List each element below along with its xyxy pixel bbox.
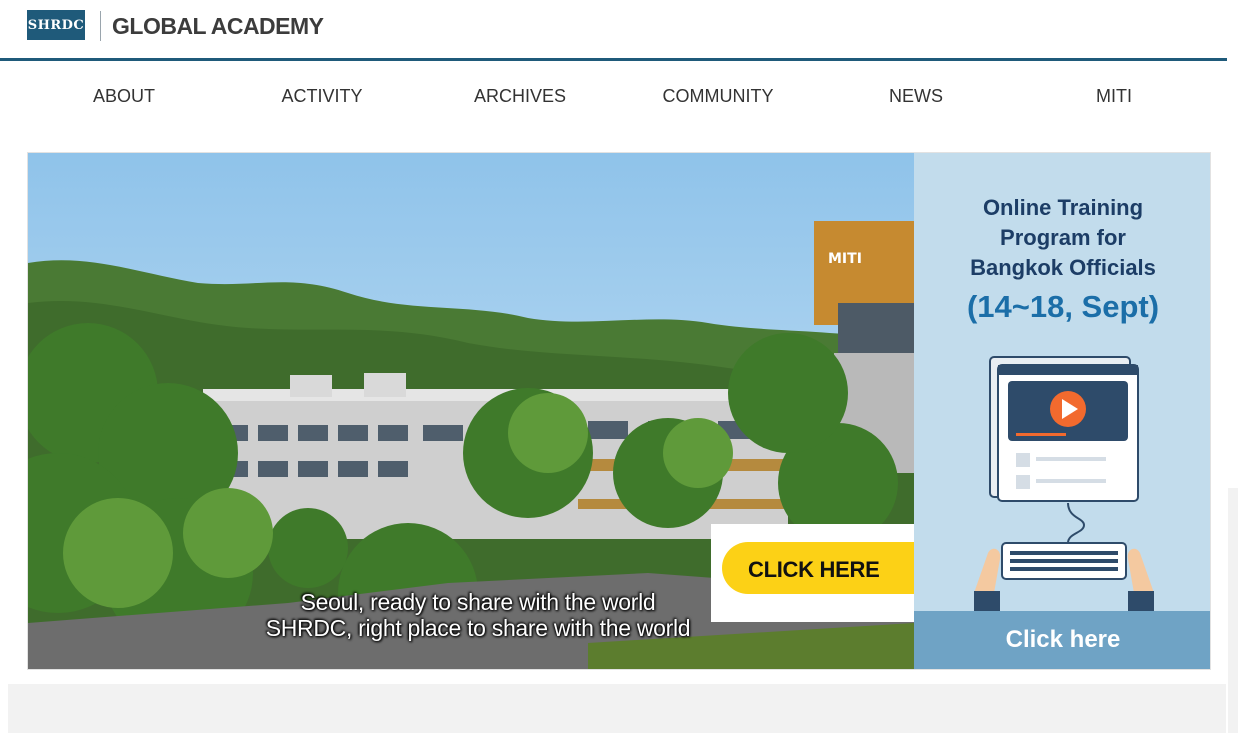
nav-item-archives[interactable]: ARCHIVES: [421, 80, 619, 114]
caption-line-1: Seoul, ready to share with the world: [300, 589, 656, 615]
nav-item-about[interactable]: ABOUT: [25, 80, 223, 114]
promo-title-line-1: Online Training: [982, 195, 1144, 220]
click-here-pill-label: CLICK HERE: [748, 557, 880, 582]
promo-title: Online Training Program for Bangkok Offi…: [914, 193, 1210, 283]
promo-click-here-button[interactable]: Click here: [914, 611, 1210, 669]
site-title[interactable]: GLOBAL ACADEMY: [112, 13, 324, 40]
right-gray-strip: [1228, 488, 1238, 733]
shrdc-logo[interactable]: SHRDC: [27, 10, 85, 40]
promo-title-line-2: Program for: [1000, 225, 1126, 250]
header-rule: [0, 58, 1227, 61]
building-sign: MITI: [828, 251, 862, 267]
play-icon: [1050, 391, 1086, 427]
hero-banner: MITI Seoul, ready to share with the worl…: [27, 152, 1211, 670]
logo-divider: [100, 11, 101, 41]
main-nav: ABOUT ACTIVITY ARCHIVES COMMUNITY NEWS M…: [25, 80, 1215, 114]
bottom-gray-band: [8, 684, 1226, 733]
promo-panel[interactable]: Online Training Program for Bangkok Offi…: [914, 153, 1210, 669]
hero-caption: Seoul, ready to share with the world SHR…: [178, 589, 778, 641]
site-header: SHRDC GLOBAL ACADEMY: [0, 0, 1238, 61]
nav-item-community[interactable]: COMMUNITY: [619, 80, 817, 114]
nav-item-miti[interactable]: MITI: [1015, 80, 1213, 114]
nav-item-activity[interactable]: ACTIVITY: [223, 80, 421, 114]
nav-item-news[interactable]: NEWS: [817, 80, 1015, 114]
promo-dates: (14~18, Sept): [966, 289, 1160, 324]
online-training-illustration: [974, 356, 1154, 613]
promo-title-line-3: Bangkok Officials: [970, 255, 1156, 280]
caption-line-2: SHRDC, right place to share with the wor…: [265, 615, 691, 641]
